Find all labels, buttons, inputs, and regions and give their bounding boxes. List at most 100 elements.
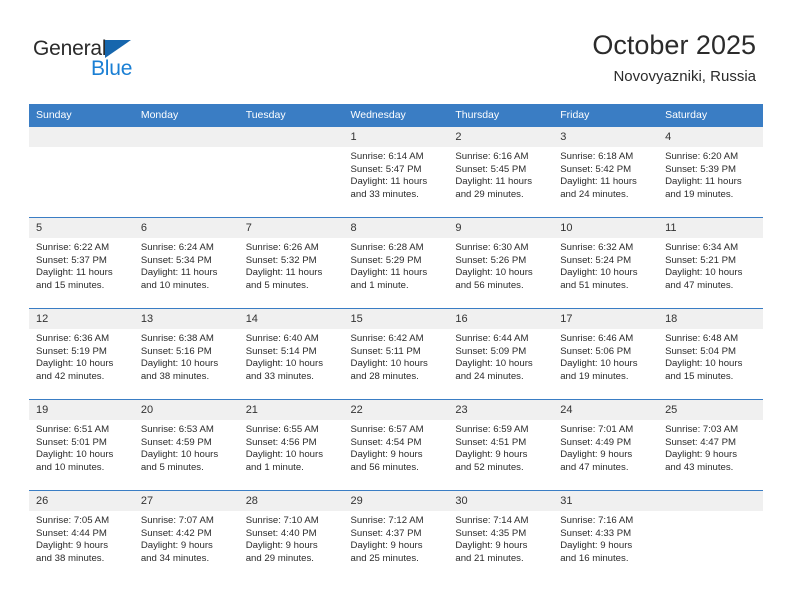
weekday-header-friday: Friday xyxy=(553,104,659,127)
daylight-text-line2: and 15 minutes. xyxy=(36,279,105,291)
sunrise-text: Sunrise: 6:59 AM xyxy=(455,424,529,435)
day-number: 29 xyxy=(343,491,449,511)
day-details: Sunrise: 6:14 AM Sunset: 5:47 PM Daylight:… xyxy=(344,147,449,201)
day-cell-inner xyxy=(133,127,239,217)
daylight-text-line2: and 15 minutes. xyxy=(665,370,734,382)
calendar-day-cell[interactable]: 16 Sunrise: 6:44 AM Sunset: 5:09 PM Dayligh… xyxy=(448,308,554,400)
weekday-header-thursday: Thursday xyxy=(448,104,554,127)
daylight-text-line2: and 25 minutes. xyxy=(350,552,419,564)
sunset-text: Sunset: 5:11 PM xyxy=(350,345,421,357)
day-cell-inner: 5 Sunrise: 6:22 AM Sunset: 5:37 PM Daylight… xyxy=(29,218,134,308)
daylight-text-line1: Daylight: 9 hours xyxy=(560,540,633,552)
calendar-day-cell[interactable]: 13 Sunrise: 6:38 AM Sunset: 5:16 PM Dayligh… xyxy=(133,308,239,400)
sunrise-text: Sunrise: 7:05 AM xyxy=(36,515,110,526)
calendar-day-cell[interactable]: 26 Sunrise: 7:05 AM Sunset: 4:44 PM Dayligh… xyxy=(29,490,134,581)
calendar-day-cell[interactable]: 18 Sunrise: 6:48 AM Sunset: 5:04 PM Dayligh… xyxy=(658,308,763,400)
general-blue-logo[interactable]: General Blue xyxy=(33,36,213,90)
day-details: Sunrise: 6:46 AM Sunset: 5:06 PM Daylight:… xyxy=(553,329,658,383)
day-cell-inner: 28 Sunrise: 7:10 AM Sunset: 4:40 PM Dayligh… xyxy=(238,491,344,581)
daylight-text-line2: and 28 minutes. xyxy=(350,370,419,382)
daylight-text-line2: and 52 minutes. xyxy=(455,461,524,473)
calendar-day-cell[interactable]: 23 Sunrise: 6:59 AM Sunset: 4:51 PM Dayligh… xyxy=(448,399,554,491)
calendar-day-cell[interactable]: 11 Sunrise: 6:34 AM Sunset: 5:21 PM Dayligh… xyxy=(658,217,763,309)
calendar-day-cell[interactable]: 22 Sunrise: 6:57 AM Sunset: 4:54 PM Dayligh… xyxy=(343,399,449,491)
day-cell-inner: 16 Sunrise: 6:44 AM Sunset: 5:09 PM Dayligh… xyxy=(448,309,554,399)
day-cell-inner xyxy=(29,127,134,217)
day-cell-inner: 18 Sunrise: 6:48 AM Sunset: 5:04 PM Dayligh… xyxy=(658,309,763,399)
daylight-text-line1: Daylight: 10 hours xyxy=(455,267,533,279)
sunset-text: Sunset: 5:19 PM xyxy=(36,345,107,357)
day-number: 17 xyxy=(553,309,659,329)
calendar-day-cell[interactable]: 19 Sunrise: 6:51 AM Sunset: 5:01 PM Dayligh… xyxy=(29,399,134,491)
sunset-text: Sunset: 4:49 PM xyxy=(560,436,632,448)
day-cell-inner: 11 Sunrise: 6:34 AM Sunset: 5:21 PM Dayligh… xyxy=(658,218,763,308)
day-details xyxy=(29,147,134,151)
calendar-day-cell[interactable]: 2 Sunrise: 6:16 AM Sunset: 5:45 PM Daylight… xyxy=(448,126,554,218)
day-number: 23 xyxy=(448,400,554,420)
calendar-day-cell[interactable]: 20 Sunrise: 6:53 AM Sunset: 4:59 PM Dayligh… xyxy=(133,399,239,491)
calendar-day-cell[interactable]: 5 Sunrise: 6:22 AM Sunset: 5:37 PM Daylight… xyxy=(29,217,134,309)
calendar-day-cell[interactable]: 27 Sunrise: 7:07 AM Sunset: 4:42 PM Dayligh… xyxy=(133,490,239,581)
day-cell-inner: 1 Sunrise: 6:14 AM Sunset: 5:47 PM Daylight… xyxy=(343,127,449,217)
calendar-day-cell[interactable]: 9 Sunrise: 6:30 AM Sunset: 5:26 PM Daylight… xyxy=(448,217,554,309)
sunset-text: Sunset: 5:09 PM xyxy=(455,345,527,357)
sunset-text: Sunset: 4:37 PM xyxy=(350,527,422,539)
daylight-text-line1: Daylight: 10 hours xyxy=(140,358,219,370)
calendar-day-cell[interactable]: 31 Sunrise: 7:16 AM Sunset: 4:33 PM Dayligh… xyxy=(553,490,659,581)
sunset-text: Sunset: 5:21 PM xyxy=(665,254,736,266)
daylight-text-line2: and 43 minutes. xyxy=(665,461,734,473)
calendar-cell-empty xyxy=(658,490,763,581)
calendar-body: 1 Sunrise: 6:14 AM Sunset: 5:47 PM Daylight… xyxy=(29,126,763,581)
calendar-day-cell[interactable]: 15 Sunrise: 6:42 AM Sunset: 5:11 PM Dayligh… xyxy=(343,308,449,400)
sunset-text: Sunset: 5:01 PM xyxy=(36,436,107,448)
day-number xyxy=(29,127,134,147)
sunset-text: Sunset: 5:24 PM xyxy=(560,254,632,266)
sunrise-text: Sunrise: 6:32 AM xyxy=(560,242,634,253)
sunrise-text: Sunrise: 6:18 AM xyxy=(560,151,634,162)
day-number: 2 xyxy=(448,127,554,147)
sunset-text: Sunset: 4:44 PM xyxy=(36,527,107,539)
day-number xyxy=(658,491,763,511)
weekday-header-sunday: Sunday xyxy=(29,104,134,127)
sunset-text: Sunset: 5:32 PM xyxy=(245,254,317,266)
calendar-day-cell[interactable]: 29 Sunrise: 7:12 AM Sunset: 4:37 PM Dayligh… xyxy=(343,490,449,581)
day-number: 25 xyxy=(658,400,763,420)
calendar-cell-empty xyxy=(133,126,239,218)
calendar-day-cell[interactable]: 12 Sunrise: 6:36 AM Sunset: 5:19 PM Dayligh… xyxy=(29,308,134,400)
calendar-day-cell[interactable]: 7 Sunrise: 6:26 AM Sunset: 5:32 PM Daylight… xyxy=(238,217,344,309)
day-number: 11 xyxy=(658,218,763,238)
day-cell-inner: 25 Sunrise: 7:03 AM Sunset: 4:47 PM Dayligh… xyxy=(658,400,763,490)
daylight-text-line2: and 19 minutes. xyxy=(560,370,629,382)
sunrise-text: Sunrise: 6:57 AM xyxy=(350,424,424,435)
sunrise-text: Sunrise: 6:42 AM xyxy=(350,333,424,344)
day-number xyxy=(133,127,239,147)
calendar-day-cell[interactable]: 17 Sunrise: 6:46 AM Sunset: 5:06 PM Dayligh… xyxy=(553,308,659,400)
calendar-day-cell[interactable]: 3 Sunrise: 6:18 AM Sunset: 5:42 PM Daylight… xyxy=(553,126,659,218)
sunrise-text: Sunrise: 6:46 AM xyxy=(560,333,634,344)
calendar-day-cell[interactable]: 30 Sunrise: 7:14 AM Sunset: 4:35 PM Dayligh… xyxy=(448,490,554,581)
page-header: General Blue October 2025 Novovyazniki, … xyxy=(0,0,792,98)
daylight-text-line2: and 47 minutes. xyxy=(560,461,629,473)
sunset-text: Sunset: 5:14 PM xyxy=(245,345,317,357)
calendar-day-cell[interactable]: 28 Sunrise: 7:10 AM Sunset: 4:40 PM Dayligh… xyxy=(238,490,344,581)
calendar-day-cell[interactable]: 4 Sunrise: 6:20 AM Sunset: 5:39 PM Daylight… xyxy=(658,126,763,218)
day-cell-inner: 21 Sunrise: 6:55 AM Sunset: 4:56 PM Dayligh… xyxy=(238,400,344,490)
day-details: Sunrise: 6:38 AM Sunset: 5:16 PM Daylight:… xyxy=(134,329,239,383)
day-cell-inner: 17 Sunrise: 6:46 AM Sunset: 5:06 PM Dayligh… xyxy=(553,309,659,399)
calendar-day-cell[interactable]: 6 Sunrise: 6:24 AM Sunset: 5:34 PM Daylight… xyxy=(133,217,239,309)
day-cell-inner: 12 Sunrise: 6:36 AM Sunset: 5:19 PM Dayligh… xyxy=(29,309,134,399)
sunset-text: Sunset: 4:51 PM xyxy=(455,436,527,448)
day-number: 7 xyxy=(238,218,344,238)
calendar-day-cell[interactable]: 10 Sunrise: 6:32 AM Sunset: 5:24 PM Dayligh… xyxy=(553,217,659,309)
sunrise-text: Sunrise: 6:34 AM xyxy=(665,242,739,253)
calendar-day-cell[interactable]: 8 Sunrise: 6:28 AM Sunset: 5:29 PM Daylight… xyxy=(343,217,449,309)
day-details: Sunrise: 6:53 AM Sunset: 4:59 PM Daylight:… xyxy=(134,420,239,474)
calendar-day-cell[interactable]: 25 Sunrise: 7:03 AM Sunset: 4:47 PM Dayligh… xyxy=(658,399,763,491)
calendar-day-cell[interactable]: 24 Sunrise: 7:01 AM Sunset: 4:49 PM Dayligh… xyxy=(553,399,659,491)
calendar-day-cell[interactable]: 21 Sunrise: 6:55 AM Sunset: 4:56 PM Dayligh… xyxy=(238,399,344,491)
calendar-day-cell[interactable]: 1 Sunrise: 6:14 AM Sunset: 5:47 PM Daylight… xyxy=(343,126,449,218)
calendar-day-cell[interactable]: 14 Sunrise: 6:40 AM Sunset: 5:14 PM Dayligh… xyxy=(238,308,344,400)
daylight-text-line1: Daylight: 11 hours xyxy=(665,176,742,188)
sunrise-text: Sunrise: 6:24 AM xyxy=(140,242,214,253)
calendar-week-row: 12 Sunrise: 6:36 AM Sunset: 5:19 PM Dayligh… xyxy=(29,308,763,400)
